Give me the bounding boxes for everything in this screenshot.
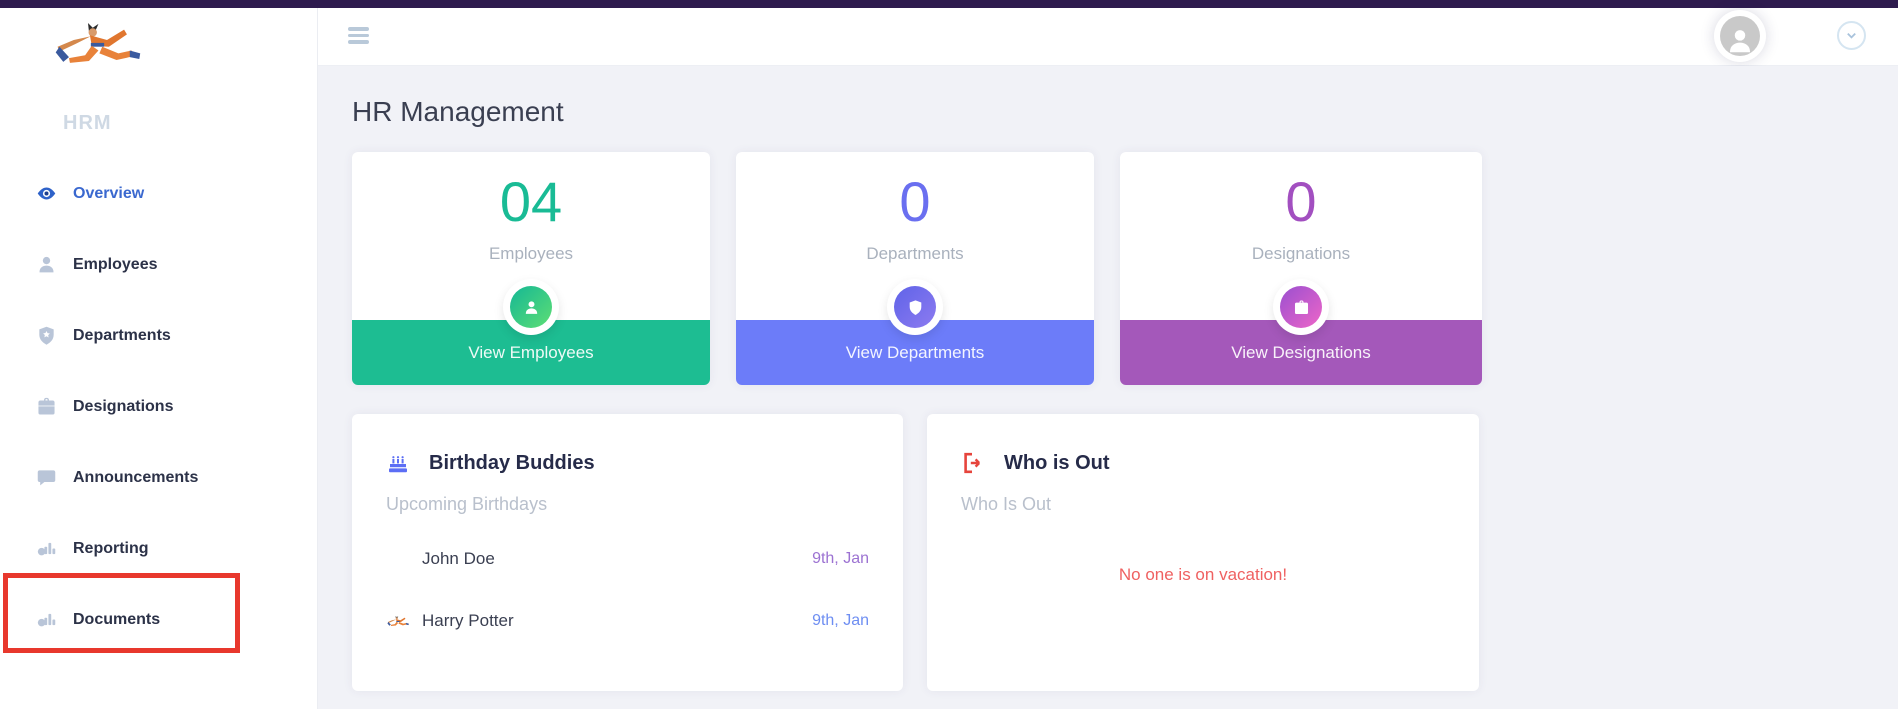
sidebar: HRM Overview Employees Departments Desig… — [0, 8, 318, 709]
sidebar-item-label: Employees — [73, 255, 158, 273]
view-departments-label: View Departments — [845, 342, 985, 362]
hrm-dashboard: HRM Overview Employees Departments Desig… — [0, 0, 1898, 709]
main-content: HR Management 04 Employees View Employee… — [318, 66, 1898, 709]
sidebar-item-announcements[interactable]: Announcements — [0, 442, 317, 513]
avatar-slot-empty — [386, 543, 410, 575]
stat-value: 0 — [1285, 170, 1317, 233]
stat-card-designations: 0 Designations View Designations — [1120, 152, 1482, 385]
who-is-out-panel: Who is Out Who Is Out No one is on vacat… — [927, 414, 1479, 691]
panel-subtitle: Upcoming Birthdays — [386, 494, 548, 514]
view-designations-label: View Designations — [1231, 342, 1371, 362]
stat-label: Departments — [866, 244, 964, 263]
sign-out-icon — [964, 452, 981, 474]
birthday-date: 9th, Jan — [812, 550, 869, 567]
sidebar-item-label: Designations — [73, 397, 174, 415]
top-accent-strip — [0, 0, 1898, 8]
page-title: HR Management — [352, 96, 564, 127]
chart-icon — [37, 613, 56, 627]
stat-icon-ring — [887, 279, 943, 335]
birthday-row: John Doe 9th, Jan — [386, 541, 869, 577]
avatar-placeholder-icon — [1720, 16, 1760, 56]
no-vacation-message: No one is on vacation! — [1118, 565, 1288, 584]
stat-card-employees: 04 Employees View Employees — [352, 152, 710, 385]
sidebar-item-label: Departments — [73, 326, 171, 344]
birthday-buddies-panel: Birthday Buddies Upcoming Birthdays John… — [352, 414, 903, 691]
stat-card-departments: 0 Departments View Departments — [736, 152, 1094, 385]
user-icon — [1730, 30, 1750, 53]
panels-row: Birthday Buddies Upcoming Birthdays John… — [352, 414, 1898, 691]
cake-icon — [389, 456, 407, 473]
shield-icon — [894, 286, 936, 328]
sidebar-item-label: Documents — [73, 610, 161, 628]
birthday-date: 9th, Jan — [812, 612, 869, 629]
panel-title: Who is Out — [1004, 451, 1110, 474]
topbar — [318, 8, 1898, 66]
view-employees-label: View Employees — [468, 342, 594, 362]
stat-value: 0 — [899, 170, 931, 233]
stat-value: 04 — [499, 170, 563, 233]
panel-title: Birthday Buddies — [429, 451, 595, 474]
user-icon — [39, 256, 54, 273]
sidebar-item-overview[interactable]: Overview — [0, 158, 317, 229]
sidebar-item-designations[interactable]: Designations — [0, 371, 317, 442]
stat-cards-row: 04 Employees View Employees 0 Department… — [352, 152, 1898, 385]
briefcase-icon — [1280, 286, 1322, 328]
sidebar-nav: Overview Employees Departments Designati… — [0, 158, 317, 655]
panel-header: Who is Out — [961, 448, 1445, 478]
panel-subtitle: Who Is Out — [961, 494, 1052, 514]
chat-icon — [37, 470, 56, 486]
shield-icon — [39, 326, 54, 345]
martial-artist-logo-icon — [55, 22, 141, 63]
employee-name: John Doe — [422, 549, 495, 568]
stat-icon-ring — [503, 279, 559, 335]
employee-name: Harry Potter — [422, 611, 514, 630]
user-avatar[interactable] — [1714, 10, 1766, 62]
user-menu-toggle[interactable] — [1837, 21, 1866, 50]
stat-label: Designations — [1251, 244, 1351, 263]
briefcase-icon — [38, 397, 55, 415]
app-logo[interactable] — [50, 22, 145, 63]
menu-icon[interactable] — [348, 27, 369, 44]
chevron-down-icon — [1847, 32, 1856, 39]
sidebar-item-label: Announcements — [73, 468, 199, 486]
sidebar-item-departments[interactable]: Departments — [0, 300, 317, 371]
sidebar-item-documents[interactable]: Documents — [0, 584, 317, 655]
sidebar-item-reporting[interactable]: Reporting — [0, 513, 317, 584]
birthday-row: Harry Potter 9th, Jan — [386, 603, 869, 639]
eye-icon — [37, 187, 56, 200]
sidebar-item-employees[interactable]: Employees — [0, 229, 317, 300]
brand-label: HRM — [63, 112, 112, 134]
chart-icon — [37, 542, 56, 556]
stat-label: Employees — [488, 244, 574, 263]
stat-icon-ring — [1273, 279, 1329, 335]
panel-header: Birthday Buddies — [386, 448, 869, 478]
sidebar-item-label: Reporting — [73, 539, 149, 557]
sidebar-item-label: Overview — [73, 184, 145, 202]
martial-artist-avatar — [387, 615, 409, 627]
user-icon — [510, 286, 552, 328]
